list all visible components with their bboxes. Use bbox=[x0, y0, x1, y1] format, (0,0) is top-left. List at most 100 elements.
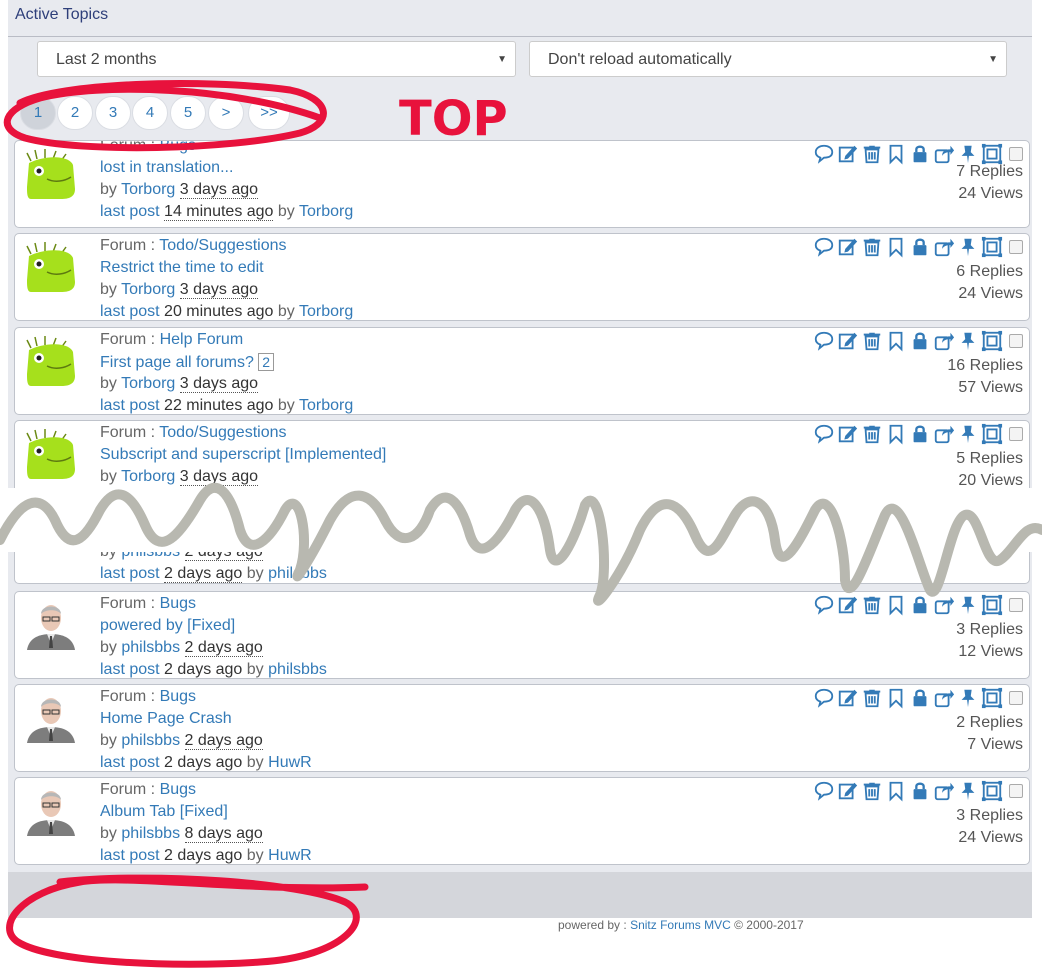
edit-icon[interactable] bbox=[837, 143, 859, 165]
last-poster-link[interactable]: Torborg bbox=[299, 303, 353, 320]
topic-title-link[interactable]: Home Page Crash bbox=[100, 710, 232, 727]
pin-icon[interactable] bbox=[957, 330, 979, 352]
move-icon[interactable] bbox=[981, 143, 1003, 165]
select-checkbox[interactable] bbox=[1009, 784, 1023, 798]
forum-link[interactable]: Help Forum bbox=[160, 331, 244, 348]
select-checkbox[interactable] bbox=[1009, 334, 1023, 348]
avatar[interactable] bbox=[25, 336, 77, 386]
pin-icon[interactable] bbox=[957, 236, 979, 258]
pin-icon[interactable] bbox=[957, 423, 979, 445]
trash-icon[interactable] bbox=[861, 330, 883, 352]
topic-title-link[interactable]: Album Tab [Fixed] bbox=[100, 803, 228, 820]
trash-icon[interactable] bbox=[861, 687, 883, 709]
avatar[interactable] bbox=[25, 242, 77, 292]
reply-icon[interactable] bbox=[813, 236, 835, 258]
topic-author-link[interactable]: Torborg bbox=[121, 181, 175, 198]
last-page-link[interactable]: >> bbox=[248, 96, 290, 130]
edit-icon[interactable] bbox=[837, 687, 859, 709]
last-post-link[interactable]: last post bbox=[100, 303, 160, 320]
footer-product-link[interactable]: Snitz Forums MVC bbox=[630, 918, 731, 932]
bookmark-icon[interactable] bbox=[885, 423, 907, 445]
move-icon[interactable] bbox=[981, 780, 1003, 802]
lock-icon[interactable] bbox=[909, 423, 931, 445]
forum-link[interactable]: Bugs bbox=[160, 141, 196, 154]
reload-select[interactable]: Don't reload automatically ▼ bbox=[529, 41, 1007, 77]
topic-title-link[interactable]: Restrict the time to edit bbox=[100, 259, 264, 276]
trash-icon[interactable] bbox=[861, 423, 883, 445]
edit-icon[interactable] bbox=[837, 423, 859, 445]
last-poster-link[interactable]: Torborg bbox=[299, 397, 353, 414]
avatar[interactable] bbox=[25, 429, 77, 479]
bookmark-icon[interactable] bbox=[885, 687, 907, 709]
pin-icon[interactable] bbox=[957, 143, 979, 165]
trash-icon[interactable] bbox=[861, 780, 883, 802]
bookmark-icon[interactable] bbox=[885, 330, 907, 352]
page-link-5[interactable]: 5 bbox=[170, 96, 206, 130]
reply-icon[interactable] bbox=[813, 330, 835, 352]
reply-icon[interactable] bbox=[813, 780, 835, 802]
page-link-3[interactable]: 3 bbox=[95, 96, 131, 130]
reply-icon[interactable] bbox=[813, 423, 835, 445]
edit-icon[interactable] bbox=[837, 780, 859, 802]
page-link-1[interactable]: 1 bbox=[20, 96, 56, 130]
last-post-link[interactable]: last post bbox=[100, 847, 160, 864]
forum-link[interactable]: Todo/Suggestions bbox=[159, 237, 286, 254]
share-icon[interactable] bbox=[933, 330, 955, 352]
lock-icon[interactable] bbox=[909, 687, 931, 709]
move-icon[interactable] bbox=[981, 687, 1003, 709]
last-poster-link[interactable]: Torborg bbox=[299, 203, 353, 220]
topic-title-link[interactable]: First page all forums? bbox=[100, 354, 254, 371]
page-link-2[interactable]: 2 bbox=[57, 96, 93, 130]
select-checkbox[interactable] bbox=[1009, 147, 1023, 161]
share-icon[interactable] bbox=[933, 687, 955, 709]
bookmark-icon[interactable] bbox=[885, 143, 907, 165]
select-checkbox[interactable] bbox=[1009, 240, 1023, 254]
lock-icon[interactable] bbox=[909, 330, 931, 352]
move-icon[interactable] bbox=[981, 330, 1003, 352]
pin-icon[interactable] bbox=[957, 780, 979, 802]
share-icon[interactable] bbox=[933, 780, 955, 802]
move-icon[interactable] bbox=[981, 423, 1003, 445]
move-icon[interactable] bbox=[981, 236, 1003, 258]
topic-author-link[interactable]: philsbbs bbox=[121, 639, 180, 656]
trash-icon[interactable] bbox=[861, 143, 883, 165]
avatar[interactable] bbox=[25, 693, 77, 743]
share-icon[interactable] bbox=[933, 423, 955, 445]
bookmark-icon[interactable] bbox=[885, 236, 907, 258]
lock-icon[interactable] bbox=[909, 143, 931, 165]
last-post-link[interactable]: last post bbox=[100, 754, 160, 771]
last-poster-link[interactable]: HuwR bbox=[268, 754, 312, 771]
forum-link[interactable]: Bugs bbox=[160, 781, 196, 798]
topic-page-link[interactable]: 2 bbox=[258, 353, 275, 371]
share-icon[interactable] bbox=[933, 236, 955, 258]
period-select[interactable]: Last 2 months ▼ bbox=[37, 41, 516, 77]
select-checkbox[interactable] bbox=[1009, 691, 1023, 705]
trash-icon[interactable] bbox=[861, 236, 883, 258]
reply-icon[interactable] bbox=[813, 143, 835, 165]
edit-icon[interactable] bbox=[837, 236, 859, 258]
topic-author-link[interactable]: philsbbs bbox=[121, 732, 180, 749]
share-icon[interactable] bbox=[933, 143, 955, 165]
next-page-link[interactable]: > bbox=[208, 96, 244, 130]
reply-icon[interactable] bbox=[813, 687, 835, 709]
topic-author-link[interactable]: Torborg bbox=[121, 281, 175, 298]
forum-link[interactable]: Todo/Suggestions bbox=[159, 424, 286, 441]
topic-author-link[interactable]: philsbbs bbox=[121, 825, 180, 842]
topic-title-link[interactable]: lost in translation... bbox=[100, 159, 233, 176]
page-link-4[interactable]: 4 bbox=[132, 96, 168, 130]
avatar[interactable] bbox=[25, 786, 77, 836]
last-poster-link[interactable]: HuwR bbox=[268, 847, 312, 864]
edit-icon[interactable] bbox=[837, 330, 859, 352]
avatar[interactable] bbox=[25, 149, 77, 199]
last-poster-link[interactable]: philsbbs bbox=[268, 661, 327, 678]
bookmark-icon[interactable] bbox=[885, 780, 907, 802]
forum-link[interactable]: Bugs bbox=[160, 688, 196, 705]
select-checkbox[interactable] bbox=[1009, 427, 1023, 441]
pin-icon[interactable] bbox=[957, 687, 979, 709]
last-post-link[interactable]: last post bbox=[100, 661, 160, 678]
last-post-link[interactable]: last post bbox=[100, 203, 160, 220]
topic-title-link[interactable]: Subscript and superscript [Implemented] bbox=[100, 446, 386, 463]
topic-author-link[interactable]: Torborg bbox=[121, 375, 175, 392]
lock-icon[interactable] bbox=[909, 236, 931, 258]
last-post-link[interactable]: last post bbox=[100, 397, 160, 414]
